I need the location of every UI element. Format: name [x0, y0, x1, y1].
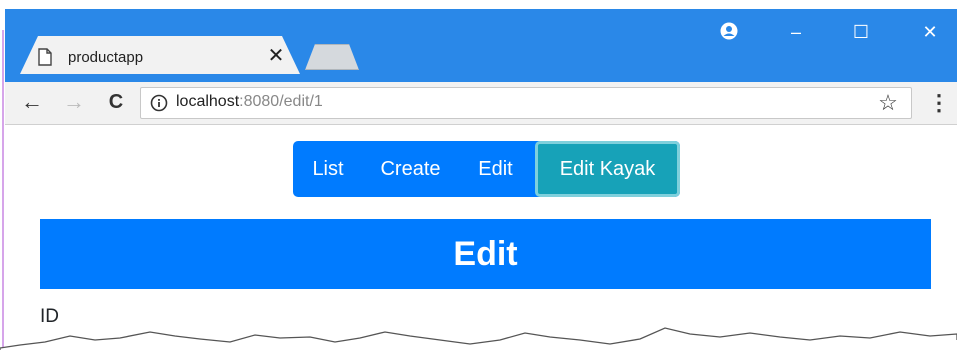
nav-button-group: List Create Edit Edit Kayak — [293, 141, 680, 197]
url-host: localhost — [176, 93, 240, 110]
create-button[interactable]: Create — [363, 141, 458, 197]
tab-title: productapp — [68, 49, 144, 66]
browser-menu-icon[interactable]: ⋮ — [928, 90, 950, 116]
account-icon[interactable] — [720, 22, 738, 40]
url-path: :8080/edit/1 — [239, 93, 323, 110]
bookmark-star-icon[interactable]: ☆ — [876, 91, 900, 115]
edit-button[interactable]: Edit — [458, 141, 533, 197]
minimize-button[interactable]: – — [781, 20, 811, 44]
url-text: localhost:8080/edit/1 — [176, 93, 323, 111]
left-edge-accent — [2, 30, 4, 353]
reload-button[interactable]: C — [104, 90, 128, 116]
page-heading-bar: Edit — [40, 219, 931, 289]
info-icon[interactable] — [150, 94, 168, 112]
maximize-button[interactable]: ☐ — [846, 20, 876, 44]
page-icon — [38, 48, 52, 66]
window-close-button[interactable]: ✕ — [915, 20, 945, 44]
list-button[interactable]: List — [293, 141, 363, 197]
edit-kayak-button[interactable]: Edit Kayak — [535, 141, 680, 197]
back-button[interactable]: ← — [20, 90, 44, 116]
tab-productapp[interactable] — [20, 36, 300, 74]
page-title: Edit — [453, 235, 518, 273]
torn-edge-decoration — [0, 327, 957, 353]
browser-window: productapp ✕ – ☐ ✕ ← → C localhost:8080/… — [0, 0, 957, 353]
forward-button[interactable]: → — [62, 90, 86, 116]
tab-close-icon[interactable]: ✕ — [265, 45, 287, 67]
